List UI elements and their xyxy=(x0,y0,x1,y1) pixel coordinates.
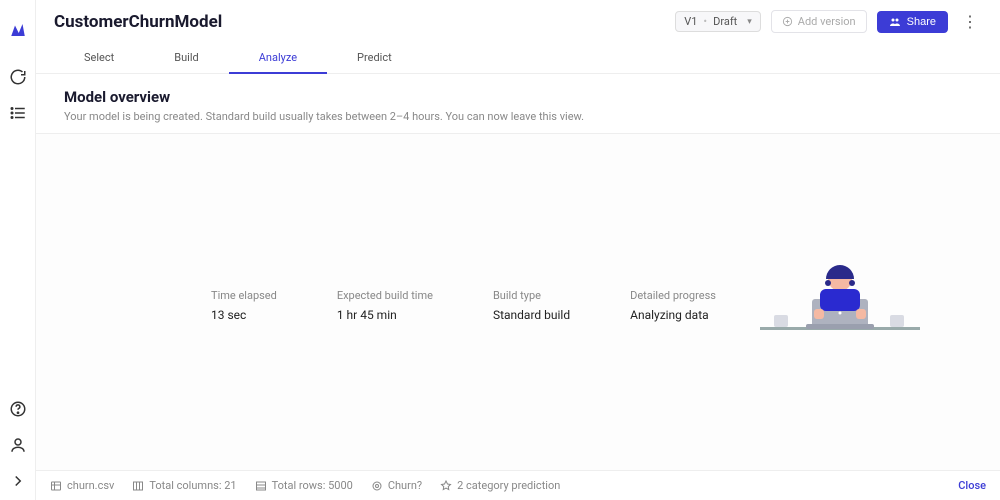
tab-select[interactable]: Select xyxy=(54,43,144,73)
add-version-label: Add version xyxy=(798,15,856,28)
stat-value: 1 hr 45 min xyxy=(337,308,433,322)
footer-rows: Total rows: 5000 xyxy=(255,479,353,492)
footer-cols-label: Total columns: 21 xyxy=(149,479,236,492)
stat-value: Standard build xyxy=(493,308,570,322)
footer-file-label: churn.csv xyxy=(67,479,114,492)
stat-value: 13 sec xyxy=(211,308,277,322)
tag-icon xyxy=(440,480,452,492)
columns-icon xyxy=(132,480,144,492)
user-icon[interactable] xyxy=(9,436,27,454)
add-version-button[interactable]: Add version xyxy=(771,10,867,33)
stat-progress: Detailed progress Analyzing data xyxy=(630,289,716,322)
help-icon[interactable] xyxy=(9,400,27,418)
people-icon xyxy=(889,16,901,28)
version-label: V1 xyxy=(684,15,697,28)
illustration xyxy=(760,249,920,339)
stat-expected: Expected build time 1 hr 45 min xyxy=(337,289,433,322)
close-button[interactable]: Close xyxy=(958,479,986,492)
header-bar: CustomerChurnModel V1 • Draft ▾ Add vers… xyxy=(36,0,1000,43)
model-title: CustomerChurnModel xyxy=(54,12,675,32)
canvas-area: Time elapsed 13 sec Expected build time … xyxy=(36,134,1000,470)
share-button[interactable]: Share xyxy=(877,11,948,33)
stat-label: Detailed progress xyxy=(630,289,716,302)
footer-bar: churn.csv Total columns: 21 Total rows: … xyxy=(36,470,1000,500)
footer-target-label: Churn? xyxy=(388,479,422,492)
tab-analyze[interactable]: Analyze xyxy=(229,43,327,74)
footer-file[interactable]: churn.csv xyxy=(50,479,114,492)
list-icon[interactable] xyxy=(9,104,27,122)
footer-predtype: 2 category prediction xyxy=(440,479,560,492)
version-dropdown[interactable]: V1 • Draft ▾ xyxy=(675,11,761,32)
tab-build[interactable]: Build xyxy=(144,43,228,73)
stat-label: Time elapsed xyxy=(211,289,277,302)
stat-label: Build type xyxy=(493,289,570,302)
tab-predict[interactable]: Predict xyxy=(327,43,422,73)
footer-target: Churn? xyxy=(371,479,422,492)
overview-title: Model overview xyxy=(64,88,972,106)
nav-rail xyxy=(0,0,36,500)
table-icon xyxy=(50,480,62,492)
tabs-bar: Select Build Analyze Predict xyxy=(36,43,1000,74)
footer-rows-label: Total rows: 5000 xyxy=(272,479,353,492)
status-label: Draft xyxy=(713,15,737,28)
expand-icon[interactable] xyxy=(9,472,27,490)
build-stats: Time elapsed 13 sec Expected build time … xyxy=(211,289,716,322)
main-area: CustomerChurnModel V1 • Draft ▾ Add vers… xyxy=(36,0,1000,500)
chevron-down-icon: ▾ xyxy=(747,17,752,27)
footer-cols: Total columns: 21 xyxy=(132,479,236,492)
refresh-icon[interactable] xyxy=(9,68,27,86)
stat-elapsed: Time elapsed 13 sec xyxy=(211,289,277,322)
more-menu-icon[interactable]: ⋮ xyxy=(958,14,982,30)
overview-block: Model overview Your model is being creat… xyxy=(36,74,1000,133)
stat-value: Analyzing data xyxy=(630,308,716,322)
stat-buildtype: Build type Standard build xyxy=(493,289,570,322)
rows-icon xyxy=(255,480,267,492)
app-logo-icon[interactable] xyxy=(9,21,27,39)
overview-subtitle: Your model is being created. Standard bu… xyxy=(64,110,972,123)
stat-label: Expected build time xyxy=(337,289,433,302)
share-label: Share xyxy=(907,16,936,28)
footer-predtype-label: 2 category prediction xyxy=(457,479,560,492)
target-icon xyxy=(371,480,383,492)
plus-circle-icon xyxy=(782,16,793,27)
